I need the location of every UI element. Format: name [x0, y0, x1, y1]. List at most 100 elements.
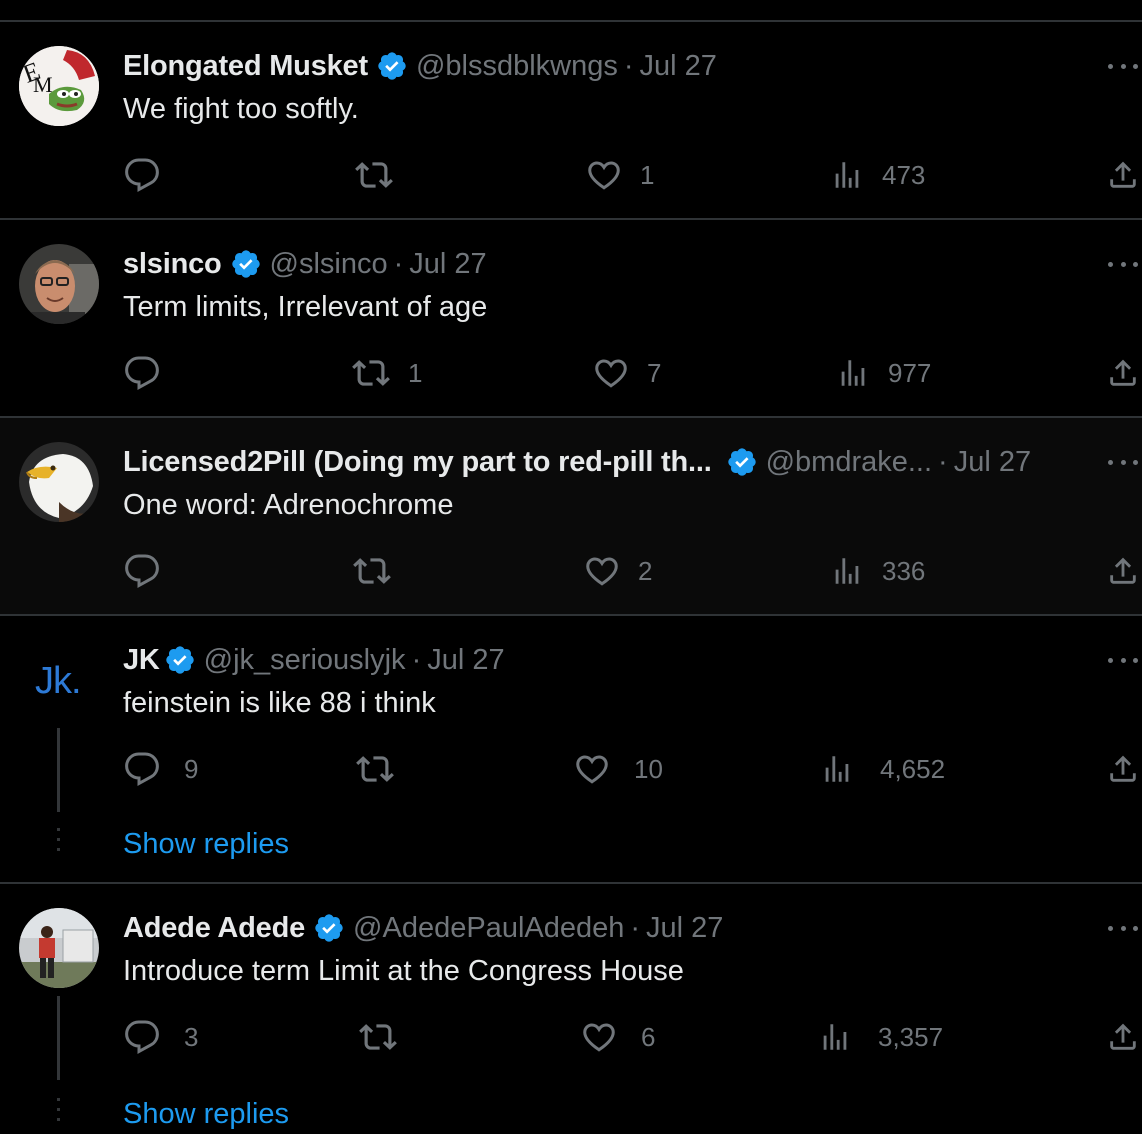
- display-name[interactable]: JK: [123, 644, 160, 677]
- show-replies-link[interactable]: Show replies: [123, 1098, 289, 1131]
- display-name[interactable]: slsinco: [123, 248, 222, 281]
- user-handle[interactable]: @bmdrake...: [766, 446, 932, 479]
- display-name[interactable]: Elongated Musket: [123, 50, 368, 83]
- user-handle[interactable]: @AdedePaulAdedeh: [353, 912, 624, 945]
- tweet-header: JK @jk_seriouslyjk · Jul 27: [123, 640, 505, 680]
- share-icon: [1106, 554, 1140, 588]
- user-handle[interactable]: @slsinco: [270, 248, 388, 281]
- share-icon: [1106, 1020, 1140, 1054]
- svg-text:M: M: [33, 72, 53, 97]
- like-button[interactable]: 10: [574, 749, 663, 789]
- like-button[interactable]: 6: [581, 1017, 655, 1057]
- retweet-icon: [359, 1018, 397, 1056]
- like-count: 2: [638, 555, 653, 586]
- verified-badge-icon: [313, 912, 345, 944]
- separator-dot: ·: [393, 247, 404, 280]
- heart-icon: [584, 553, 620, 589]
- more-options-icon[interactable]: [1108, 913, 1138, 943]
- retweet-button[interactable]: [359, 1017, 415, 1057]
- views-button[interactable]: 3,357: [818, 1017, 943, 1057]
- tweet-date[interactable]: Jul 27: [646, 912, 723, 945]
- verified-badge-icon: [164, 644, 196, 676]
- avatar-image: E M: [19, 46, 99, 126]
- retweet-button[interactable]: [353, 551, 409, 591]
- reply-count: 3: [184, 1021, 199, 1052]
- avatar[interactable]: [19, 244, 99, 324]
- reply-icon: [124, 553, 160, 589]
- views-icon: [836, 356, 870, 390]
- avatar[interactable]: Jk.: [19, 640, 99, 720]
- tweet-text: Term limits, Irrelevant of age: [123, 291, 488, 323]
- tweet-text: Introduce term Limit at the Congress Hou…: [123, 955, 684, 987]
- views-button[interactable]: 977: [836, 353, 931, 393]
- view-count: 3,357: [878, 1021, 944, 1052]
- reply-count: 9: [184, 753, 199, 784]
- tweet-text: feinstein is like 88 i think: [123, 687, 436, 719]
- share-button[interactable]: [1106, 749, 1140, 789]
- retweet-icon: [353, 552, 391, 590]
- tweet-date[interactable]: Jul 27: [409, 248, 486, 281]
- tweet-header: Adede Adede @AdedePaulAdedeh · Jul 27: [123, 908, 723, 948]
- views-button[interactable]: 473: [830, 155, 925, 195]
- view-count: 4,652: [880, 753, 946, 784]
- like-count: 7: [647, 357, 662, 388]
- tweet-header: Licensed2Pill (Doing my part to red-pill…: [123, 442, 1031, 482]
- views-button[interactable]: 336: [830, 551, 925, 591]
- tweet[interactable]: Adede Adede @AdedePaulAdedeh · Jul 27 In…: [0, 884, 1142, 1134]
- views-icon: [830, 554, 864, 588]
- more-options-icon[interactable]: [1108, 249, 1138, 279]
- retweet-count: 1: [408, 357, 423, 388]
- separator-dot: ·: [630, 911, 641, 944]
- avatar[interactable]: [19, 908, 99, 988]
- view-count: 336: [882, 555, 926, 586]
- avatar[interactable]: [19, 442, 99, 522]
- reply-button[interactable]: 3: [124, 1017, 198, 1057]
- reply-button[interactable]: [124, 551, 178, 591]
- retweet-icon: [356, 750, 394, 788]
- share-button[interactable]: [1106, 1017, 1140, 1057]
- retweet-button[interactable]: 1: [352, 353, 422, 393]
- like-button[interactable]: 1: [586, 155, 654, 195]
- like-button[interactable]: 7: [593, 353, 661, 393]
- user-handle[interactable]: @blssdblkwngs: [416, 50, 618, 83]
- thread-dots: [57, 1098, 60, 1128]
- thread-dots: [57, 828, 60, 858]
- tweet[interactable]: Licensed2Pill (Doing my part to red-pill…: [0, 418, 1142, 614]
- share-icon: [1106, 752, 1140, 786]
- heart-icon: [574, 751, 610, 787]
- reply-icon: [124, 355, 160, 391]
- more-options-icon[interactable]: [1108, 645, 1138, 675]
- user-handle[interactable]: @jk_seriouslyjk: [204, 644, 406, 677]
- tweet[interactable]: E M Elongated Musket @blssdblkwngs · Jul…: [0, 22, 1142, 218]
- tweet[interactable]: Jk. JK @jk_seriouslyjk · Jul 27 feinstei…: [0, 616, 1142, 882]
- tweet[interactable]: slsinco @slsinco · Jul 27 Term limits, I…: [0, 220, 1142, 416]
- separator-dot: ·: [938, 445, 948, 478]
- retweet-icon: [355, 156, 393, 194]
- like-count: 6: [641, 1021, 656, 1052]
- share-button[interactable]: [1106, 551, 1140, 591]
- display-name[interactable]: Adede Adede: [123, 912, 305, 945]
- display-name[interactable]: Licensed2Pill (Doing my part to red-pill…: [123, 446, 712, 479]
- reply-button[interactable]: [124, 353, 178, 393]
- tweet-text: One word: Adrenochrome: [123, 489, 454, 521]
- tweet-date[interactable]: Jul 27: [640, 50, 717, 83]
- show-replies-link[interactable]: Show replies: [123, 828, 289, 861]
- heart-icon: [586, 157, 622, 193]
- verified-badge-icon: [230, 248, 262, 280]
- tweet-date[interactable]: Jul 27: [427, 644, 504, 677]
- share-icon: [1106, 158, 1140, 192]
- more-options-icon[interactable]: [1108, 447, 1138, 477]
- avatar[interactable]: E M: [19, 46, 99, 126]
- reply-button[interactable]: 9: [124, 749, 198, 789]
- thread-line: [57, 728, 60, 812]
- more-options-icon[interactable]: [1108, 51, 1138, 81]
- avatar-logo-text: Jk.: [35, 660, 82, 702]
- tweet-date[interactable]: Jul 27: [954, 446, 1031, 479]
- share-button[interactable]: [1106, 155, 1140, 195]
- retweet-button[interactable]: [356, 749, 412, 789]
- retweet-button[interactable]: [355, 155, 411, 195]
- share-button[interactable]: [1106, 353, 1140, 393]
- views-button[interactable]: 4,652: [820, 749, 945, 789]
- reply-button[interactable]: [124, 155, 178, 195]
- like-button[interactable]: 2: [584, 551, 652, 591]
